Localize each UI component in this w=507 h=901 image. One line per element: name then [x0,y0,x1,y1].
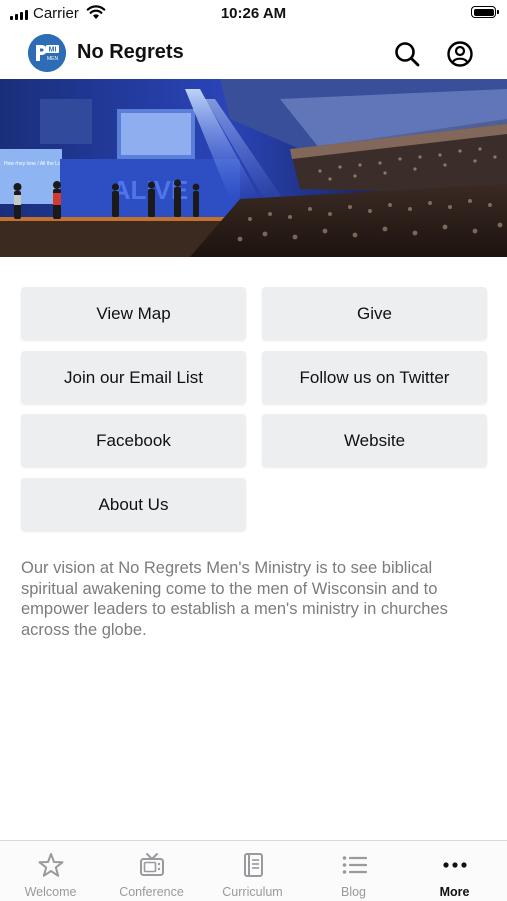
clock-time: 10:26 AM [220,5,287,22]
tab-label: Blog [340,885,367,899]
tv-icon [138,851,166,879]
battery-icon [471,6,499,18]
tab-label: More [439,885,470,899]
app-logo: MI MEN [28,34,66,72]
join-email-list-button[interactable]: Join our Email List [21,351,246,404]
bottom-tab-bar: Welcome Conference Curriculum Blog More [0,840,507,901]
tab-label: Conference [119,885,184,899]
star-icon [37,851,65,879]
page-title: No Regrets [77,41,184,63]
give-button[interactable]: Give [262,287,487,340]
more-icon [441,851,469,879]
vision-statement: Our vision at No Regrets Men's Ministry … [21,559,448,639]
svg-text:MEN: MEN [47,56,59,62]
tab-more[interactable]: More [404,841,505,901]
account-icon[interactable] [446,40,474,68]
website-button[interactable]: Website [262,414,487,467]
follow-twitter-button[interactable]: Follow us on Twitter [262,351,487,404]
facebook-button[interactable]: Facebook [21,414,246,467]
tab-label: Welcome [24,885,77,899]
tab-conference[interactable]: Conference [101,841,202,901]
book-icon [239,851,267,879]
tab-welcome[interactable]: Welcome [0,841,101,901]
list-icon [340,851,368,879]
hero-banner-image: How rhey lone / All the Lord / Who lives… [0,79,507,257]
view-map-button[interactable]: View Map [21,287,246,340]
tab-blog[interactable]: Blog [303,841,404,901]
svg-text:MI: MI [49,47,57,54]
status-bar: Carrier 10:26 AM [0,0,507,28]
tab-curriculum[interactable]: Curriculum [202,841,303,901]
app-header: MI MEN No Regrets [0,28,507,80]
tab-label: Curriculum [222,885,283,899]
search-icon[interactable] [393,40,421,68]
about-us-button[interactable]: About Us [21,478,246,531]
